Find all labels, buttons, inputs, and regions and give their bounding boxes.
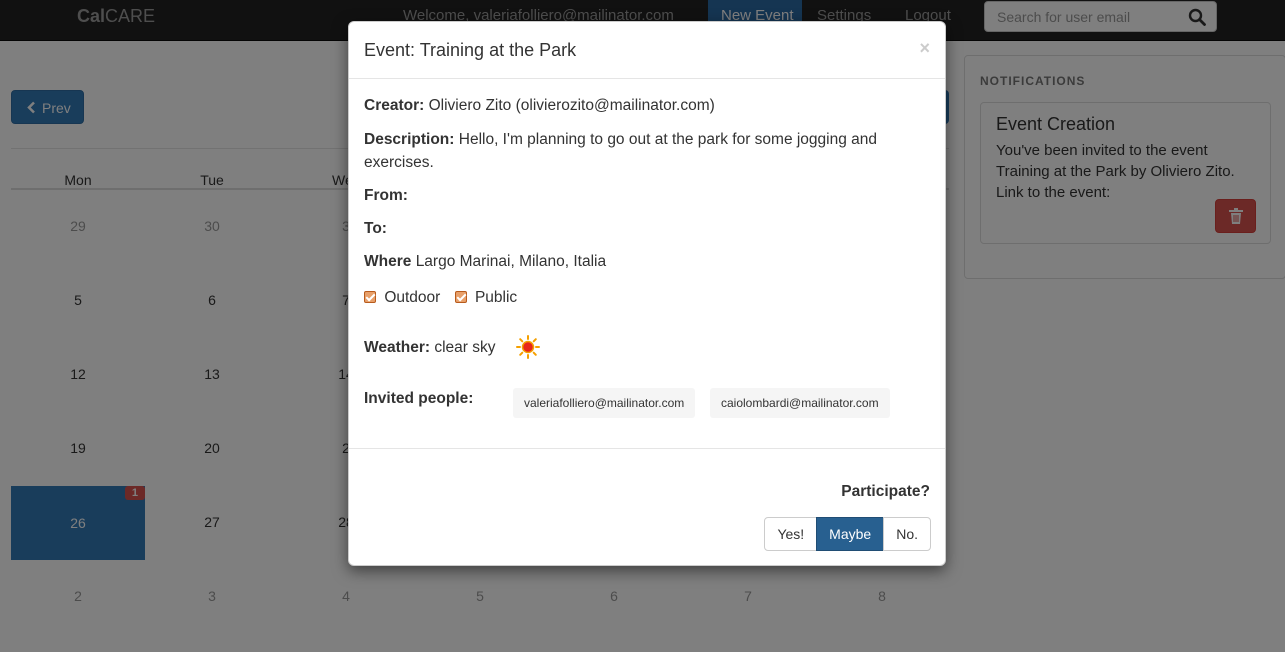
from-field: From:: [364, 187, 408, 204]
public-checkbox[interactable]: Public: [454, 289, 517, 307]
invited-email-tag: valeriafolliero@mailinator.com: [513, 388, 696, 418]
no-button[interactable]: No.: [883, 517, 931, 551]
modal-title: Event: Training at the Park: [364, 40, 577, 60]
yes-button[interactable]: Yes!: [764, 517, 818, 551]
modal-footer-divider: [349, 448, 945, 449]
description-field: Description: Hello, I'm planning to go o…: [364, 131, 878, 171]
maybe-button[interactable]: Maybe: [816, 517, 885, 551]
participation-button-group: Yes! Maybe No.: [764, 517, 931, 551]
creator-field: Creator: Oliviero Zito (olivierozito@mai…: [364, 97, 715, 114]
where-field: Where Largo Marinai, Milano, Italia: [364, 253, 607, 270]
to-field: To:: [364, 220, 387, 237]
event-modal: Event: Training at the Park × Creator: O…: [348, 21, 946, 566]
outdoor-checkbox[interactable]: Outdoor: [364, 289, 440, 307]
sun-icon: [516, 335, 540, 359]
checkbox-checked-icon: [364, 291, 376, 303]
weather-field: Weather: clear sky: [364, 339, 496, 356]
event-flags: Outdoor Public: [364, 289, 517, 307]
invited-label: Invited people:: [364, 390, 474, 407]
invited-email-tag: caiolombardi@mailinator.com: [710, 388, 890, 418]
checkbox-checked-icon: [454, 291, 467, 303]
modal-header: Event: Training at the Park ×: [349, 22, 945, 79]
close-icon[interactable]: ×: [919, 38, 930, 59]
participate-label: Participate?: [841, 483, 930, 500]
